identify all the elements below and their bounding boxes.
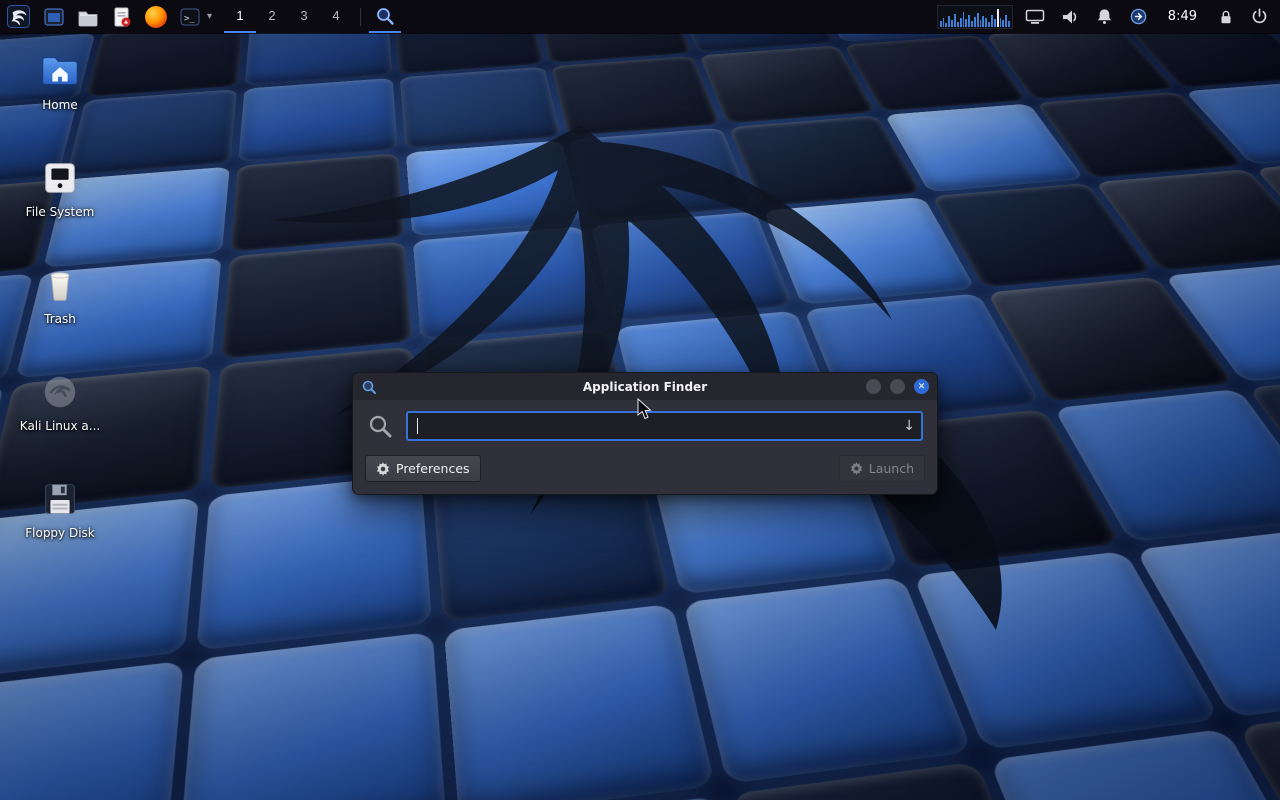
file-system-icon [39,157,81,199]
search-box: ↓ [406,411,923,441]
firefox-icon [145,6,167,28]
application-finder-icon [375,6,395,26]
cpu-graph[interactable] [937,5,1013,29]
minimize-button[interactable] [866,379,881,394]
top-panel: >_ ▾ 1 2 3 4 [0,0,1280,33]
gear-icon [376,462,390,476]
floppy-disk-icon [39,478,81,520]
search-row: ↓ [353,400,937,449]
window-titlebar[interactable]: Application Finder ✕ [353,373,937,400]
search-input[interactable] [406,411,923,441]
button-row: Preferences Launch [353,449,937,494]
kali-docs-icon [39,371,81,413]
terminal-icon: >_ [179,6,201,28]
preferences-button[interactable]: Preferences [365,455,481,482]
applications-menu-button[interactable] [0,0,37,33]
text-editor-icon [111,6,133,28]
desktop-icon-label: Home [42,98,77,112]
window-manager-launcher[interactable] [37,0,71,33]
application-finder-window: Application Finder ✕ ↓ [352,372,938,495]
panel-separator [360,8,361,26]
kali-logo-icon [6,4,31,29]
system-tray: 8:49 [937,0,1280,33]
desktop-icon-trash[interactable]: Trash [12,264,108,371]
desktop-icon-column: Home File System Trash Kal [12,50,108,585]
volume-icon[interactable] [1057,0,1083,33]
desktop-icon-label: Floppy Disk [25,526,95,540]
workspace-4[interactable]: 4 [320,0,352,33]
firefox-launcher[interactable] [139,0,173,33]
power-icon[interactable] [1247,0,1272,33]
desktop-icon-floppy-disk[interactable]: Floppy Disk [12,478,108,585]
desktop-icon-label: File System [26,205,95,219]
workspace-3[interactable]: 3 [288,0,320,33]
panel-clock[interactable]: 8:49 [1160,9,1205,24]
trash-icon [39,264,81,306]
launch-label: Launch [869,461,914,476]
preferences-label: Preferences [396,461,470,476]
kali-dragon-silhouette [150,70,1050,630]
status-circle-icon[interactable] [1126,0,1151,33]
text-caret [417,418,418,434]
window-manager-icon [43,6,65,28]
workspace-1[interactable]: 1 [224,0,256,33]
text-editor-launcher[interactable] [105,0,139,33]
display-icon[interactable] [1022,0,1048,33]
lock-icon[interactable] [1214,0,1238,33]
window-icon [361,379,377,395]
desktop-icon-label: Kali Linux a... [20,419,100,433]
workspace-switcher: 1 2 3 4 [224,0,352,33]
terminal-launcher[interactable]: >_ [173,0,207,33]
file-manager-launcher[interactable] [71,0,105,33]
launch-button[interactable]: Launch [839,455,925,482]
dropdown-arrow-icon[interactable]: ↓ [903,418,915,434]
terminal-dropdown-chevron-icon[interactable]: ▾ [207,0,214,33]
search-icon [367,413,394,440]
workspace-2[interactable]: 2 [256,0,288,33]
launch-icon [850,462,863,475]
desktop-icon-kali-linux[interactable]: Kali Linux a... [12,371,108,478]
close-button[interactable]: ✕ [914,379,929,394]
desktop-icon-home[interactable]: Home [12,50,108,157]
window-title: Application Finder [353,380,937,394]
desktop-icon-label: Trash [44,312,76,326]
maximize-button[interactable] [890,379,905,394]
svg-text:>_: >_ [184,14,195,24]
file-manager-icon [77,6,99,28]
home-folder-icon [39,50,81,92]
notifications-bell-icon[interactable] [1092,0,1117,33]
taskbar-application-finder[interactable] [369,0,401,33]
desktop-icon-file-system[interactable]: File System [12,157,108,264]
